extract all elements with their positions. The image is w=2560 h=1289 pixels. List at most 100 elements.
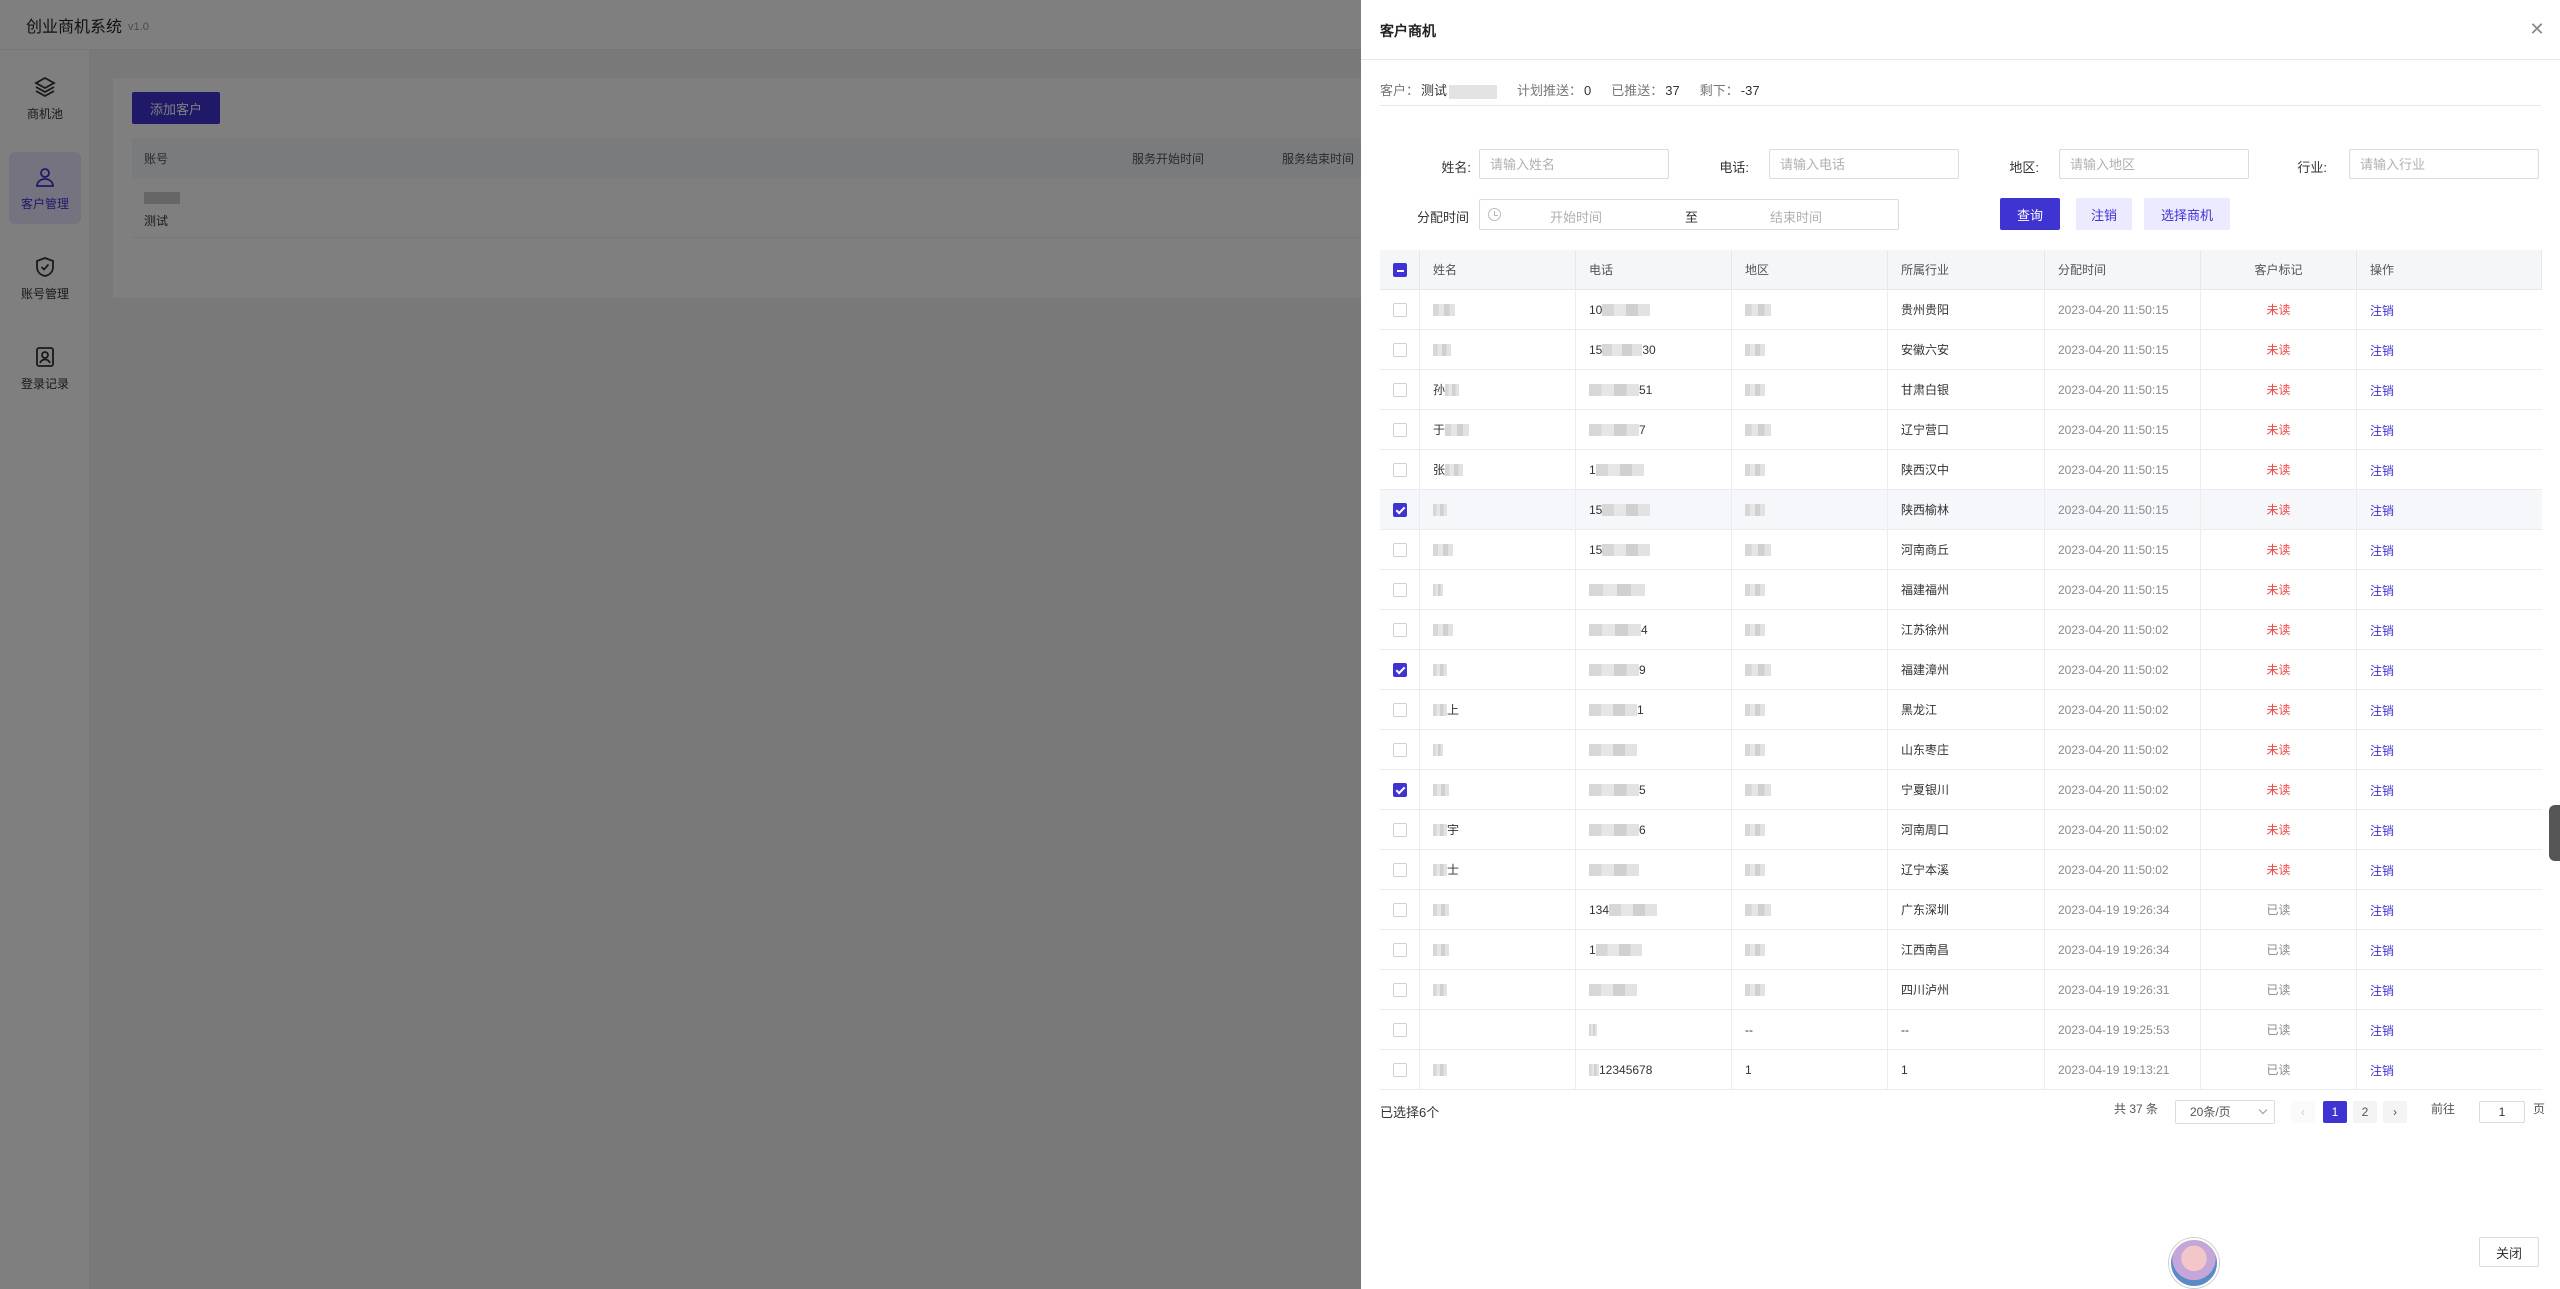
cancel-link[interactable]: 注销 [2370,782,2394,799]
row-checkbox[interactable] [1392,782,1407,797]
table-row[interactable]: 四川泸州 2023-04-19 19:26:31 已读 注销 [1380,970,2542,1010]
row-checkbox[interactable] [1392,702,1407,717]
row-checkbox[interactable] [1392,942,1407,957]
row-checkbox[interactable] [1392,422,1407,437]
page-button-2[interactable]: 2 [2353,1101,2377,1123]
row-checkbox[interactable] [1392,1022,1407,1037]
select-all-checkbox[interactable] [1392,262,1407,277]
row-checkbox[interactable] [1392,1062,1407,1077]
prev-page-button[interactable]: ‹ [2291,1101,2315,1123]
close-icon[interactable]: ✕ [2526,18,2548,40]
cell-phone: 15 [1576,530,1732,569]
close-button[interactable]: 关闭 [2479,1237,2539,1267]
row-checkbox[interactable] [1392,822,1407,837]
cancel-link[interactable]: 注销 [2370,1062,2394,1079]
table-row[interactable]: 福建福州 2023-04-20 11:50:15 未读 注销 [1380,570,2542,610]
industry-filter-input[interactable] [2349,149,2539,179]
cell-op: 注销 [2357,650,2542,689]
table-row[interactable]: 张 1 陕西汉中 2023-04-20 11:50:15 未读 注销 [1380,450,2542,490]
table-row[interactable]: 孙 51 甘肃白银 2023-04-20 11:50:15 未读 注销 [1380,370,2542,410]
cancel-link[interactable]: 注销 [2370,342,2394,359]
start-date-input[interactable]: 开始时间 [1550,207,1602,226]
row-checkbox[interactable] [1392,382,1407,397]
redacted-text [1745,623,1765,636]
end-date-input[interactable]: 结束时间 [1770,207,1822,226]
table-row[interactable]: 15 陕西榆林 2023-04-20 11:50:15 未读 注销 [1380,490,2542,530]
cell-op: 注销 [2357,810,2542,849]
cell-op: 注销 [2357,330,2542,369]
table-row[interactable]: 4 江苏徐州 2023-04-20 11:50:02 未读 注销 [1380,610,2542,650]
row-checkbox[interactable] [1392,542,1407,557]
cancel-link[interactable]: 注销 [2370,822,2394,839]
cancel-link[interactable]: 注销 [2370,702,2394,719]
avatar[interactable] [2169,1238,2219,1288]
phone-prefix: 10 [1589,302,1603,317]
row-checkbox[interactable] [1392,982,1407,997]
row-checkbox[interactable] [1392,302,1407,317]
row-checkbox[interactable] [1392,342,1407,357]
region-filter-input[interactable] [2059,149,2249,179]
cancel-link[interactable]: 注销 [2370,742,2394,759]
table-row[interactable]: 1 江西南昌 2023-04-19 19:26:34 已读 注销 [1380,930,2542,970]
row-checkbox[interactable] [1392,662,1407,677]
page-button-1[interactable]: 1 [2323,1101,2347,1123]
row-checkbox[interactable] [1392,742,1407,757]
select-opportunity-button[interactable]: 选择商机 [2144,198,2230,230]
drawer-title: 客户商机 [1380,23,1436,39]
table-row[interactable]: -- -- 2023-04-19 19:25:53 已读 注销 [1380,1010,2542,1050]
cancel-link[interactable]: 注销 [2370,942,2394,959]
next-page-button[interactable]: › [2383,1101,2407,1123]
cancel-selected-button[interactable]: 注销 [2076,198,2132,230]
redacted-text [1602,343,1643,356]
phone-filter-input[interactable] [1769,149,1959,179]
cell-name [1420,770,1576,809]
table-row[interactable]: 10 贵州贵阳 2023-04-20 11:50:15 未读 注销 [1380,290,2542,330]
table-row[interactable]: 15 河南商丘 2023-04-20 11:50:15 未读 注销 [1380,530,2542,570]
cell-region [1732,410,1888,449]
row-checkbox[interactable] [1392,862,1407,877]
row-checkbox[interactable] [1392,622,1407,637]
date-range-picker[interactable]: 开始时间 至 结束时间 [1479,199,1899,230]
row-checkbox[interactable] [1392,902,1407,917]
cancel-link[interactable]: 注销 [2370,302,2394,319]
phone-suffix: 1 [1637,702,1644,717]
cancel-link[interactable]: 注销 [2370,622,2394,639]
row-checkbox[interactable] [1392,502,1407,517]
side-handle[interactable] [2549,805,2560,861]
row-checkbox[interactable] [1392,582,1407,597]
cell-phone: 6 [1576,810,1732,849]
redacted-text [1589,983,1637,996]
table-row[interactable]: 上 1 黑龙江 2023-04-20 11:50:02 未读 注销 [1380,690,2542,730]
cancel-link[interactable]: 注销 [2370,542,2394,559]
query-button[interactable]: 查询 [2000,198,2060,230]
cancel-link[interactable]: 注销 [2370,382,2394,399]
row-checkbox[interactable] [1392,462,1407,477]
cancel-link[interactable]: 注销 [2370,1022,2394,1039]
table-row[interactable]: 15 30 安徽六安 2023-04-20 11:50:15 未读 注销 [1380,330,2542,370]
cancel-link[interactable]: 注销 [2370,582,2394,599]
redacted-text [1433,743,1443,756]
table-row[interactable]: 5 宁夏银川 2023-04-20 11:50:02 未读 注销 [1380,770,2542,810]
redacted-text [1589,383,1639,396]
cancel-link[interactable]: 注销 [2370,902,2394,919]
table-row[interactable]: 134 广东深圳 2023-04-19 19:26:34 已读 注销 [1380,890,2542,930]
table-row[interactable]: 士 辽宁本溪 2023-04-20 11:50:02 未读 注销 [1380,850,2542,890]
table-row[interactable]: 于 7 辽宁营口 2023-04-20 11:50:15 未读 注销 [1380,410,2542,450]
table-row[interactable]: 山东枣庄 2023-04-20 11:50:02 未读 注销 [1380,730,2542,770]
cancel-link[interactable]: 注销 [2370,662,2394,679]
cancel-link[interactable]: 注销 [2370,502,2394,519]
name-prefix: 孙 [1433,383,1446,397]
modal-overlay[interactable] [0,0,1361,1289]
goto-page-input[interactable]: 1 [2479,1101,2525,1123]
cancel-link[interactable]: 注销 [2370,422,2394,439]
page-size-select[interactable]: 20条/页 [2175,1100,2275,1124]
cancel-link[interactable]: 注销 [2370,862,2394,879]
cell-mark: 未读 [2201,410,2357,449]
redacted-text [1602,543,1651,556]
table-row[interactable]: 9 福建漳州 2023-04-20 11:50:02 未读 注销 [1380,650,2542,690]
name-filter-input[interactable] [1479,149,1669,179]
table-row[interactable]: 宇 6 河南周口 2023-04-20 11:50:02 未读 注销 [1380,810,2542,850]
cancel-link[interactable]: 注销 [2370,982,2394,999]
cancel-link[interactable]: 注销 [2370,462,2394,479]
table-row[interactable]: 12345678 1 1 2023-04-19 19:13:21 已读 注销 [1380,1050,2542,1090]
